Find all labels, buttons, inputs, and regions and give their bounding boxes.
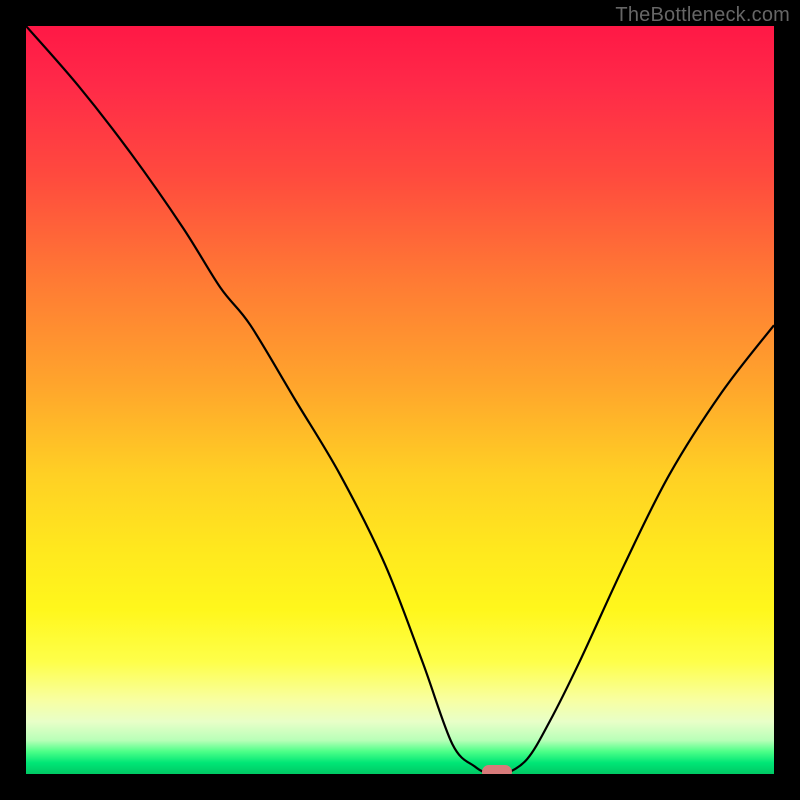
bottleneck-curve: [26, 26, 774, 774]
watermark-text: TheBottleneck.com: [615, 4, 790, 27]
optimal-marker: [482, 765, 512, 774]
curve-path: [26, 26, 774, 774]
plot-area: [26, 26, 774, 774]
chart-frame: TheBottleneck.com: [0, 0, 800, 800]
